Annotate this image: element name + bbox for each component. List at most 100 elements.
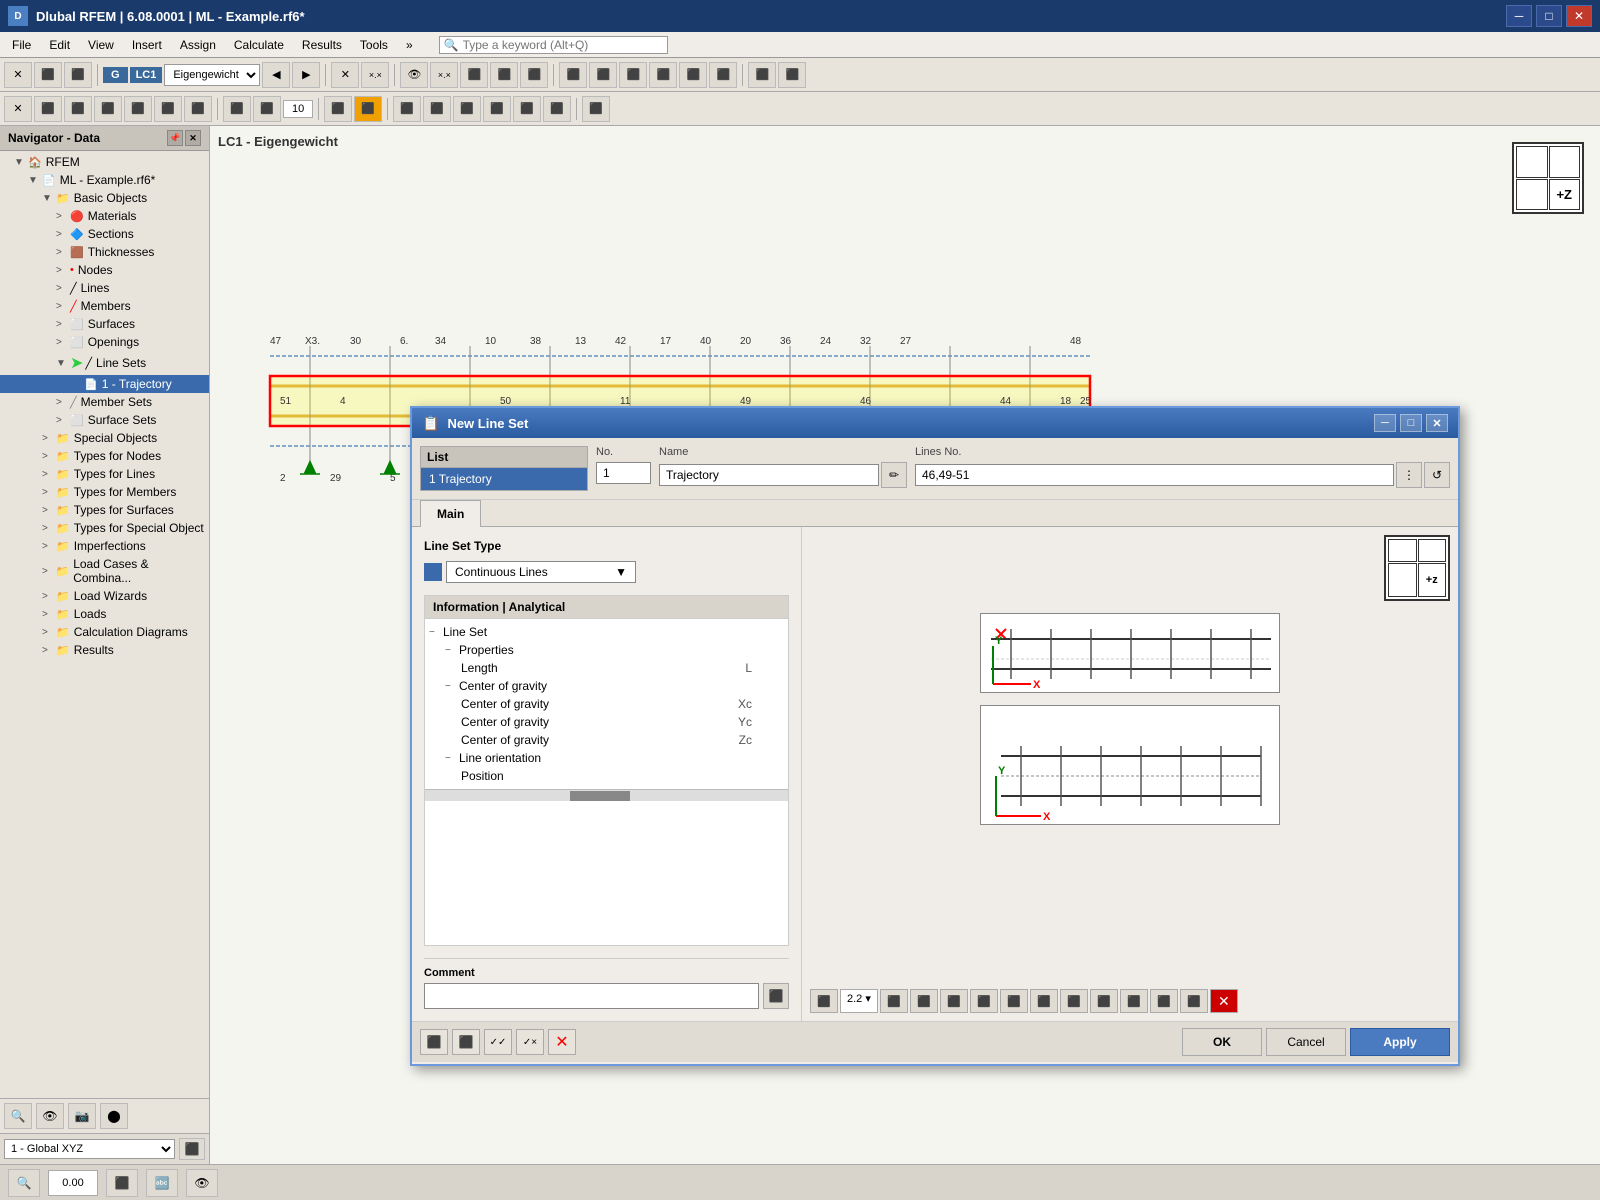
dialog-minimize-btn[interactable]: ─: [1374, 414, 1396, 432]
cancel-button[interactable]: Cancel: [1266, 1028, 1346, 1056]
viz-btn-2[interactable]: ⬛: [880, 989, 908, 1013]
dialog-maximize-btn[interactable]: □: [1400, 414, 1422, 432]
toolbar-btn-3[interactable]: ⬛: [64, 62, 92, 88]
apply-button[interactable]: Apply: [1350, 1028, 1450, 1056]
viz-btn-12[interactable]: ⬛: [1180, 989, 1208, 1013]
tree-types-special[interactable]: > 📁 Types for Special Object: [0, 519, 209, 537]
toolbar-xxx2-btn[interactable]: ×.×: [430, 62, 458, 88]
footer-delete-btn[interactable]: ✕: [548, 1029, 576, 1055]
toolbar-btn-2[interactable]: ⬛: [34, 62, 62, 88]
tree-rfem[interactable]: ▼ 🏠 RFEM: [0, 153, 209, 171]
toolbar2-btn-14[interactable]: ⬛: [453, 96, 481, 122]
tree-linesets[interactable]: ▼ ➤ ╱ Line Sets: [0, 351, 209, 375]
prev-lc-btn[interactable]: ◀: [262, 62, 290, 88]
toolbar2-btn-10[interactable]: ⬛: [324, 96, 352, 122]
status-btn-3[interactable]: 🔤: [146, 1169, 178, 1197]
nav-camera-btn[interactable]: 📷: [68, 1103, 96, 1129]
list-item-1[interactable]: 1 Trajectory: [421, 468, 587, 490]
menu-insert[interactable]: Insert: [124, 36, 170, 54]
coord-select[interactable]: 1 - Global XYZ: [4, 1139, 175, 1159]
toolbar2-btn-16[interactable]: ⬛: [513, 96, 541, 122]
no-input[interactable]: [596, 462, 651, 484]
toolbar2-btn-5[interactable]: ⬛: [124, 96, 152, 122]
toolbar2-btn-4[interactable]: ⬛: [94, 96, 122, 122]
viz-btn-5[interactable]: ⬛: [970, 989, 998, 1013]
toolbar-btn-13[interactable]: ⬛: [748, 62, 776, 88]
tree-types-lines[interactable]: > 📁 Types for Lines: [0, 465, 209, 483]
menu-file[interactable]: File: [4, 36, 39, 54]
toolbar-btn-1[interactable]: ✕: [4, 62, 32, 88]
tree-special-objects[interactable]: > 📁 Special Objects: [0, 429, 209, 447]
toolbar-btn-10[interactable]: ⬛: [649, 62, 677, 88]
tree-file[interactable]: ▼ 📄 ML - Example.rf6*: [0, 171, 209, 189]
toolbar-xxx-btn[interactable]: ×.×: [361, 62, 389, 88]
nav-display-btn[interactable]: 👁: [36, 1103, 64, 1129]
maximize-button[interactable]: □: [1536, 5, 1562, 27]
toolbar-btn-4[interactable]: ⬛: [460, 62, 488, 88]
toolbar-btn-6[interactable]: ⬛: [520, 62, 548, 88]
tree-types-surfaces[interactable]: > 📁 Types for Surfaces: [0, 501, 209, 519]
viz-btn-7[interactable]: ⬛: [1030, 989, 1058, 1013]
search-input[interactable]: [463, 38, 663, 52]
next-lc-btn[interactable]: ▶: [292, 62, 320, 88]
footer-check2-btn[interactable]: ✓×: [516, 1029, 544, 1055]
toolbar2-btn-13[interactable]: ⬛: [423, 96, 451, 122]
menu-calculate[interactable]: Calculate: [226, 36, 292, 54]
coord-btn[interactable]: ⬛: [179, 1138, 205, 1160]
toolbar-btn-7[interactable]: ⬛: [559, 62, 587, 88]
toolbar2-btn-17[interactable]: ⬛: [543, 96, 571, 122]
footer-add-btn[interactable]: ⬛: [420, 1029, 448, 1055]
viz-btn-10[interactable]: ⬛: [1120, 989, 1148, 1013]
info-scrollbar[interactable]: [425, 789, 788, 801]
tree-membersets[interactable]: > ╱ Member Sets: [0, 393, 209, 411]
menu-results[interactable]: Results: [294, 36, 350, 54]
tree-surfacesets[interactable]: > ⬜ Surface Sets: [0, 411, 209, 429]
toolbar2-btn-12[interactable]: ⬛: [393, 96, 421, 122]
viz-btn-6[interactable]: ⬛: [1000, 989, 1028, 1013]
nav-animate-btn[interactable]: ⬤: [100, 1103, 128, 1129]
lines-reset-btn[interactable]: ↺: [1424, 462, 1450, 488]
toolbar2-btn-6[interactable]: ⬛: [154, 96, 182, 122]
tree-load-cases[interactable]: > 📁 Load Cases & Combina...: [0, 555, 209, 587]
lineset-type-select[interactable]: Continuous Lines ▼: [446, 561, 636, 583]
toolbar2-btn-15[interactable]: ⬛: [483, 96, 511, 122]
lc-dropdown[interactable]: Eigengewicht: [164, 64, 260, 86]
toolbar2-btn-18[interactable]: ⬛: [582, 96, 610, 122]
tree-calc-diagrams[interactable]: > 📁 Calculation Diagrams: [0, 623, 209, 641]
tree-materials[interactable]: > 🔴 Materials: [0, 207, 209, 225]
tree-types-members[interactable]: > 📁 Types for Members: [0, 483, 209, 501]
name-input[interactable]: [659, 464, 879, 486]
viz-btn-cancel[interactable]: ✕: [1210, 989, 1238, 1013]
toolbar-btn-8[interactable]: ⬛: [589, 62, 617, 88]
toolbar2-btn-3[interactable]: ⬛: [64, 96, 92, 122]
menu-tools[interactable]: Tools: [352, 36, 396, 54]
ok-button[interactable]: OK: [1182, 1028, 1262, 1056]
close-button[interactable]: ✕: [1566, 5, 1592, 27]
name-edit-btn[interactable]: ✏: [881, 462, 907, 488]
tree-types-nodes[interactable]: > 📁 Types for Nodes: [0, 447, 209, 465]
nav-search-btn[interactable]: 🔍: [4, 1103, 32, 1129]
toolbar2-btn-9[interactable]: ⬛: [253, 96, 281, 122]
footer-copy-btn[interactable]: ⬛: [452, 1029, 480, 1055]
toolbar-btn-14[interactable]: ⬛: [778, 62, 806, 88]
viz-btn-9[interactable]: ⬛: [1090, 989, 1118, 1013]
scrollbar-thumb[interactable]: [570, 791, 630, 801]
tree-nodes[interactable]: > • Nodes: [0, 261, 209, 279]
tree-results[interactable]: > 📁 Results: [0, 641, 209, 659]
toolbar2-btn-8[interactable]: ⬛: [223, 96, 251, 122]
viz-btn-1[interactable]: ⬛: [810, 989, 838, 1013]
comment-input[interactable]: [424, 983, 759, 1009]
tree-thicknesses[interactable]: > 🟫 Thicknesses: [0, 243, 209, 261]
nav-pin-btn[interactable]: 📌: [167, 130, 183, 146]
menu-view[interactable]: View: [80, 36, 122, 54]
toolbar-eye-btn[interactable]: 👁: [400, 62, 428, 88]
tree-load-wizards[interactable]: > 📁 Load Wizards: [0, 587, 209, 605]
viz-btn-8[interactable]: ⬛: [1060, 989, 1088, 1013]
tree-members[interactable]: > ╱ Members: [0, 297, 209, 315]
toolbar-btn-9[interactable]: ⬛: [619, 62, 647, 88]
toolbar2-btn-11[interactable]: ⬛: [354, 96, 382, 122]
viz-btn-4[interactable]: ⬛: [940, 989, 968, 1013]
menu-edit[interactable]: Edit: [41, 36, 78, 54]
status-btn-4[interactable]: 👁: [186, 1169, 218, 1197]
menu-more[interactable]: »: [398, 36, 421, 54]
